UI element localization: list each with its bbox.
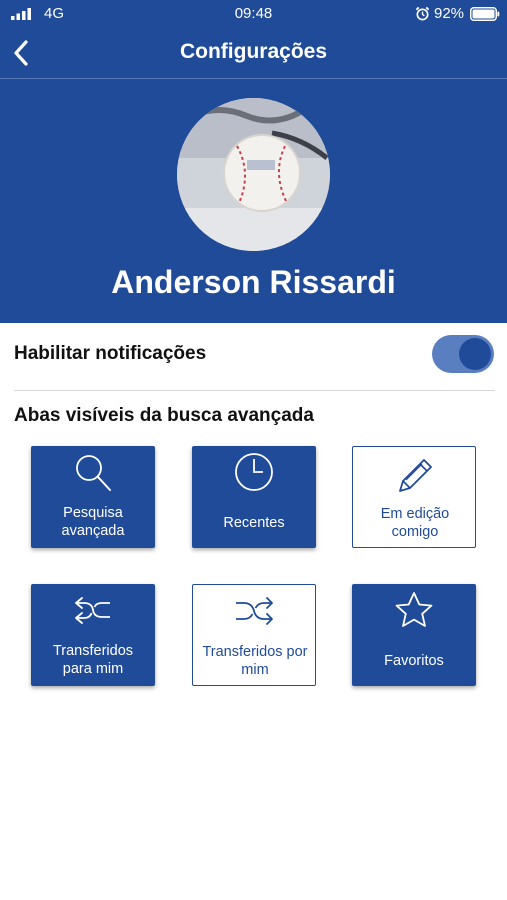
divider [14, 390, 495, 391]
tab-tile-favoritos[interactable]: Favoritos [352, 584, 476, 686]
tile-label-line1: Transferidos [52, 643, 134, 659]
page-title: Configurações [179, 40, 328, 63]
clock-icon [235, 453, 273, 491]
battery-percentage: 92% [434, 5, 465, 22]
tile-label-line2: mim [241, 662, 269, 678]
tile-label-line1: Em edição [380, 506, 450, 522]
toggle-knob [459, 338, 491, 370]
status-time: 09:48 [234, 5, 273, 22]
tile-label-line2: para mim [62, 661, 124, 677]
search-icon [76, 455, 111, 491]
notifications-toggle[interactable] [432, 335, 494, 373]
tile-label-line1: Favoritos [384, 653, 444, 669]
tile-label-line1: Recentes [223, 515, 285, 531]
status-bar: 4G 09:48 92% [0, 0, 507, 28]
profile-header: 4G 09:48 92% Configurações Anderson Riss… [0, 0, 507, 323]
tab-tile-pesquisa-avancada[interactable]: Pesquisa avançada [31, 446, 155, 548]
battery-icon [470, 7, 500, 21]
shuffle-icon [236, 597, 273, 625]
alarm-icon [415, 6, 430, 21]
star-icon [395, 592, 433, 627]
tab-tile-recentes[interactable]: Recentes [192, 446, 316, 548]
section-title: Abas visíveis da busca avançada [14, 405, 314, 426]
tab-tile-em-edicao-comigo[interactable]: Em edição comigo [352, 446, 476, 548]
tile-label-line2: comigo [391, 524, 439, 540]
tab-tile-transferidos-por-mim[interactable]: Transferidos por mim [192, 584, 316, 686]
settings-screen: 4G 09:48 92% Configurações Anderson Riss… [0, 0, 507, 900]
transfer-in-icon [75, 597, 110, 624]
pencil-icon [399, 459, 432, 492]
tile-label-line1: Pesquisa [63, 505, 123, 521]
avatar-photo [177, 98, 330, 251]
tab-tile-transferidos-para-mim[interactable]: Transferidos para mim [31, 584, 155, 686]
navigation-bar: Configurações [0, 28, 507, 79]
tile-label-line2: avançada [61, 523, 125, 539]
user-name: Anderson Rissardi [111, 264, 396, 300]
avatar[interactable] [177, 98, 330, 251]
notifications-label: Habilitar notificações [14, 343, 207, 364]
tile-label-line1: Transferidos por [202, 644, 308, 660]
